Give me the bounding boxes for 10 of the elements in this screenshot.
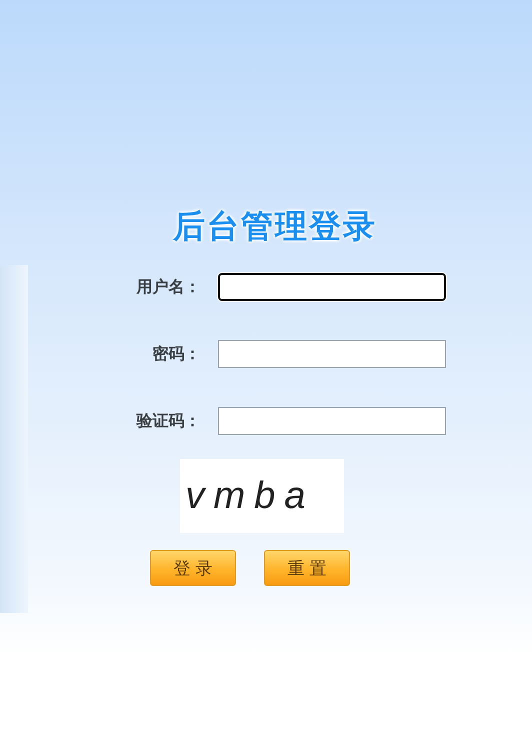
field-label: 用户名：	[135, 276, 200, 298]
input-field[interactable]	[218, 407, 446, 435]
input-field[interactable]	[218, 273, 446, 301]
captcha-image: vmba	[180, 459, 344, 533]
login-button[interactable]: 登 录	[150, 550, 236, 586]
page-title: 后台管理登录	[173, 206, 377, 247]
field-label: 密码：	[152, 344, 200, 364]
field-label: 验证码：	[135, 410, 200, 432]
reset-button[interactable]: 重 置	[264, 550, 350, 586]
input-field[interactable]	[218, 340, 446, 368]
